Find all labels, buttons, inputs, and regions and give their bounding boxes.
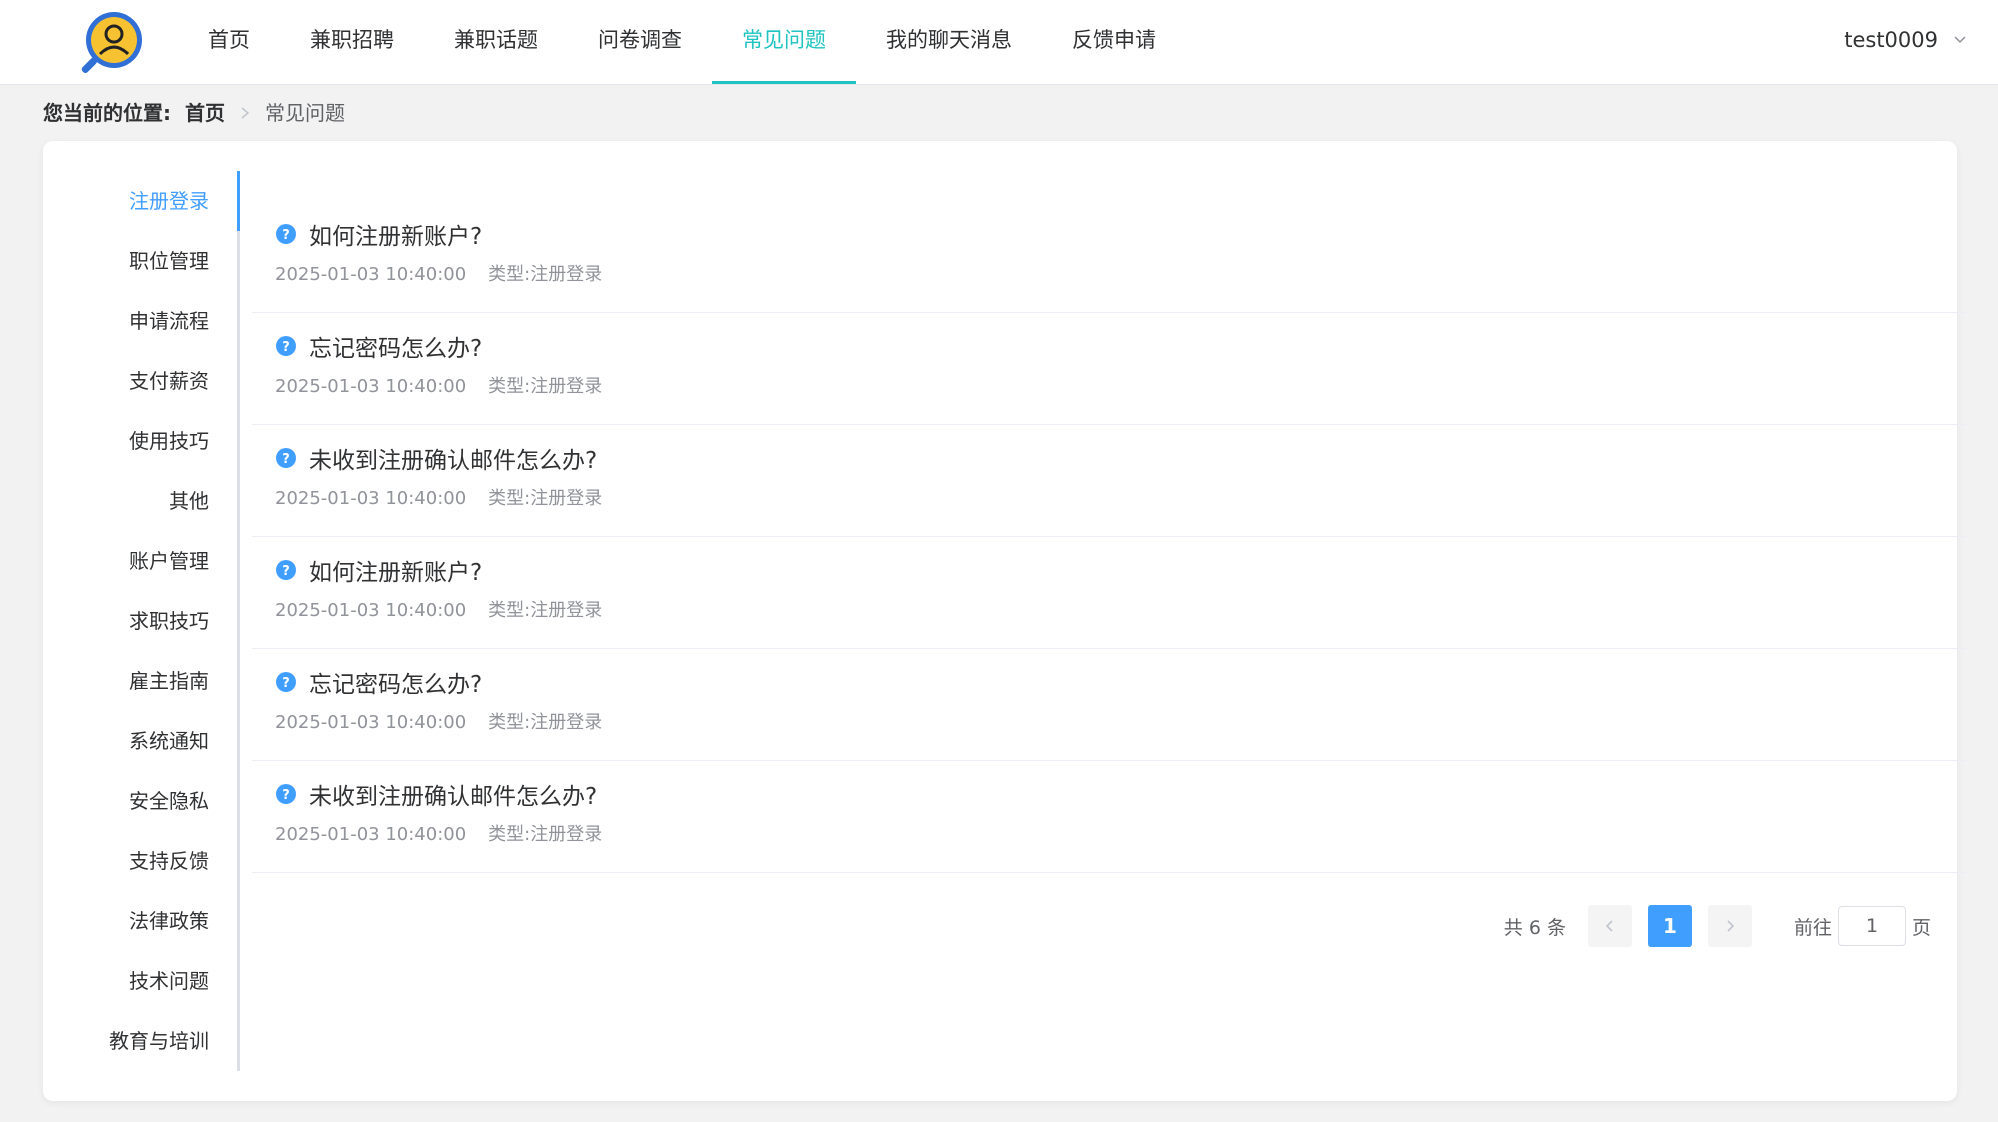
- faq-type: 类型:注册登录: [488, 488, 603, 509]
- nav-item-home[interactable]: 首页: [178, 0, 280, 84]
- sidebar-item-job-hunting[interactable]: 求职技巧: [43, 591, 237, 651]
- sidebar-item-account[interactable]: 账户管理: [43, 531, 237, 591]
- svg-text:?: ?: [282, 340, 290, 355]
- sidebar-item-register-login[interactable]: 注册登录: [43, 171, 240, 231]
- faq-time: 2025-01-03 10:40:00: [275, 824, 467, 845]
- nav-item-chat[interactable]: 我的聊天消息: [856, 0, 1042, 84]
- prev-page-button[interactable]: [1587, 905, 1632, 947]
- faq-item[interactable]: ? 未收到注册确认邮件怎么办? 2025-01-03 10:40:00 类型:注册…: [252, 761, 1966, 873]
- sidebar-item-tips[interactable]: 使用技巧: [43, 411, 237, 471]
- faq-time: 2025-01-03 10:40:00: [275, 488, 467, 509]
- chevron-left-icon: [1605, 920, 1613, 932]
- faq-title: 如何注册新账户?: [309, 224, 483, 250]
- user-dropdown[interactable]: test0009: [1844, 0, 1968, 80]
- sidebar-item-other[interactable]: 其他: [43, 471, 237, 531]
- breadcrumb-prefix: 您当前的位置:: [43, 101, 171, 125]
- svg-text:?: ?: [282, 676, 290, 691]
- page-suffix: 页: [1911, 916, 1931, 939]
- faq-item[interactable]: ? 未收到注册确认邮件怎么办? 2025-01-03 10:40:00 类型:注册…: [252, 425, 1966, 537]
- faq-item[interactable]: ? 忘记密码怎么办? 2025-01-03 10:40:00 类型:注册登录: [252, 313, 1966, 425]
- faq-title: 未收到注册确认邮件怎么办?: [309, 784, 598, 810]
- faq-type: 类型:注册登录: [488, 712, 603, 733]
- faq-list: ? 如何注册新账户? 2025-01-03 10:40:00 类型:注册登录 ? …: [252, 201, 1966, 873]
- faq-type: 类型:注册登录: [488, 600, 603, 621]
- breadcrumb-current: 常见问题: [265, 101, 345, 125]
- sidebar-item-job-management[interactable]: 职位管理: [43, 231, 237, 291]
- faq-type: 类型:注册登录: [488, 376, 603, 397]
- sidebar-item-notifications[interactable]: 系统通知: [43, 711, 237, 771]
- goto-page-input[interactable]: [1837, 906, 1906, 946]
- faq-time: 2025-01-03 10:40:00: [275, 600, 467, 621]
- sidebar-item-employer-guide[interactable]: 雇主指南: [43, 651, 237, 711]
- faq-title: 忘记密码怎么办?: [309, 336, 483, 362]
- sidebar-item-tech[interactable]: 技术问题: [43, 951, 237, 1011]
- nav-item-feedback[interactable]: 反馈申请: [1042, 0, 1186, 84]
- faq-title: 忘记密码怎么办?: [309, 672, 483, 698]
- question-circle-icon: ?: [276, 672, 296, 692]
- faq-time: 2025-01-03 10:40:00: [275, 264, 467, 285]
- faq-time: 2025-01-03 10:40:00: [275, 712, 467, 733]
- nav-item-topics[interactable]: 兼职话题: [424, 0, 568, 84]
- svg-text:?: ?: [282, 452, 290, 467]
- magnifier-user-logo-icon[interactable]: [76, 8, 146, 78]
- faq-type: 类型:注册登录: [488, 824, 603, 845]
- chevron-right-icon: [241, 107, 250, 119]
- faq-item[interactable]: ? 如何注册新账户? 2025-01-03 10:40:00 类型:注册登录: [252, 537, 1966, 649]
- svg-text:?: ?: [282, 228, 290, 243]
- faq-item[interactable]: ? 如何注册新账户? 2025-01-03 10:40:00 类型:注册登录: [252, 201, 1966, 313]
- sidebar-item-legal[interactable]: 法律政策: [43, 891, 237, 951]
- faq-time: 2025-01-03 10:40:00: [275, 376, 467, 397]
- nav-item-faq[interactable]: 常见问题: [712, 0, 856, 84]
- question-circle-icon: ?: [276, 448, 296, 468]
- sidebar-item-education[interactable]: 教育与培训: [43, 1011, 237, 1071]
- pagination: 共 6 条 1 前往 页: [1504, 905, 1931, 947]
- nav-item-jobs[interactable]: 兼职招聘: [280, 0, 424, 84]
- faq-type: 类型:注册登录: [488, 264, 603, 285]
- goto-label: 前往: [1793, 916, 1832, 939]
- faq-item[interactable]: ? 忘记密码怎么办? 2025-01-03 10:40:00 类型:注册登录: [252, 649, 1966, 761]
- svg-text:?: ?: [282, 564, 290, 579]
- chevron-right-icon: [1727, 920, 1735, 932]
- svg-text:?: ?: [282, 788, 290, 803]
- pagination-total: 共 6 条: [1503, 916, 1566, 939]
- sidebar-item-support[interactable]: 支持反馈: [43, 831, 237, 891]
- chevron-down-icon: [1954, 36, 1966, 44]
- next-page-button[interactable]: [1707, 905, 1752, 947]
- sidebar-item-security[interactable]: 安全隐私: [43, 771, 237, 831]
- page-number-button[interactable]: 1: [1647, 905, 1692, 947]
- question-circle-icon: ?: [276, 784, 296, 804]
- sidebar-item-apply-process[interactable]: 申请流程: [43, 291, 237, 351]
- nav-item-survey[interactable]: 问卷调查: [568, 0, 712, 84]
- sidebar-item-payment[interactable]: 支付薪资: [43, 351, 237, 411]
- question-circle-icon: ?: [276, 336, 296, 356]
- breadcrumb: 您当前的位置: 首页 常见问题: [43, 98, 345, 128]
- username: test0009: [1844, 28, 1938, 52]
- breadcrumb-home[interactable]: 首页: [185, 98, 225, 128]
- faq-title: 未收到注册确认邮件怎么办?: [309, 448, 598, 474]
- question-circle-icon: ?: [276, 224, 296, 244]
- main-nav: 首页 兼职招聘 兼职话题 问卷调查 常见问题 我的聊天消息 反馈申请: [178, 0, 1186, 84]
- top-header: 首页 兼职招聘 兼职话题 问卷调查 常见问题 我的聊天消息 反馈申请 test0…: [0, 0, 1998, 85]
- category-sidebar: 注册登录 职位管理 申请流程 支付薪资 使用技巧 其他 账户管理 求职技巧 雇主…: [43, 171, 240, 1071]
- faq-card: 注册登录 职位管理 申请流程 支付薪资 使用技巧 其他 账户管理 求职技巧 雇主…: [43, 141, 1966, 1101]
- faq-title: 如何注册新账户?: [309, 560, 483, 586]
- question-circle-icon: ?: [276, 560, 296, 580]
